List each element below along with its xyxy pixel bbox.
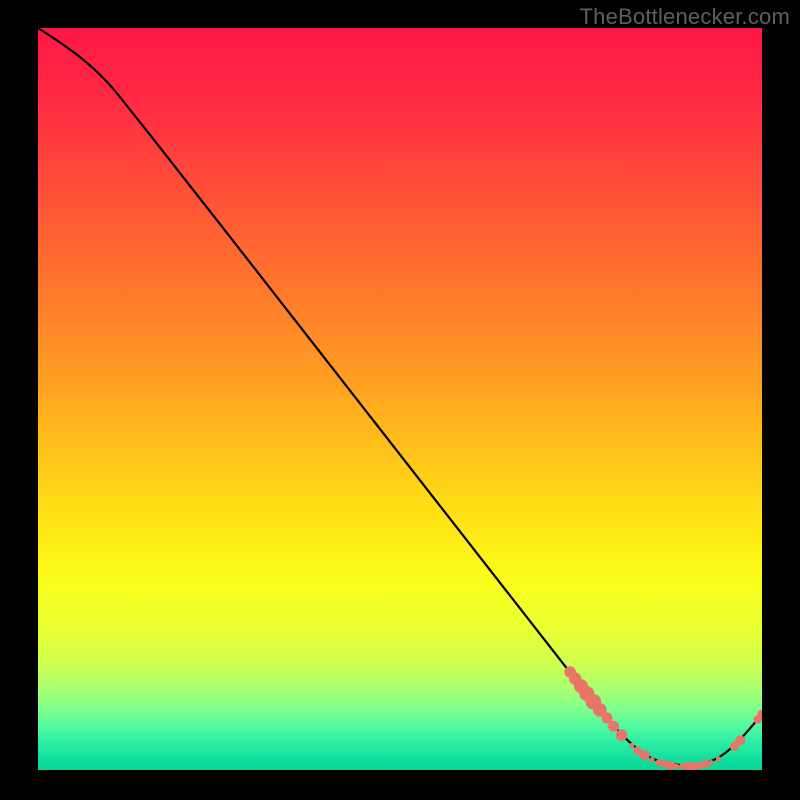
data-marker [701, 760, 709, 768]
data-marker [666, 761, 675, 770]
data-marker [735, 735, 745, 745]
bottleneck-curve [38, 28, 762, 765]
data-marker [709, 760, 714, 765]
plot-area [38, 28, 762, 770]
data-marker [629, 743, 634, 748]
data-marker [608, 721, 619, 732]
chart-svg [38, 28, 762, 770]
chart-frame: TheBottlenecker.com [0, 0, 800, 800]
watermark-label: TheBottlenecker.com [580, 4, 790, 30]
data-marker [640, 750, 650, 760]
marker-group [564, 666, 762, 770]
data-marker [716, 756, 721, 761]
data-marker [674, 764, 679, 769]
data-marker [616, 729, 628, 741]
data-marker [649, 757, 654, 762]
